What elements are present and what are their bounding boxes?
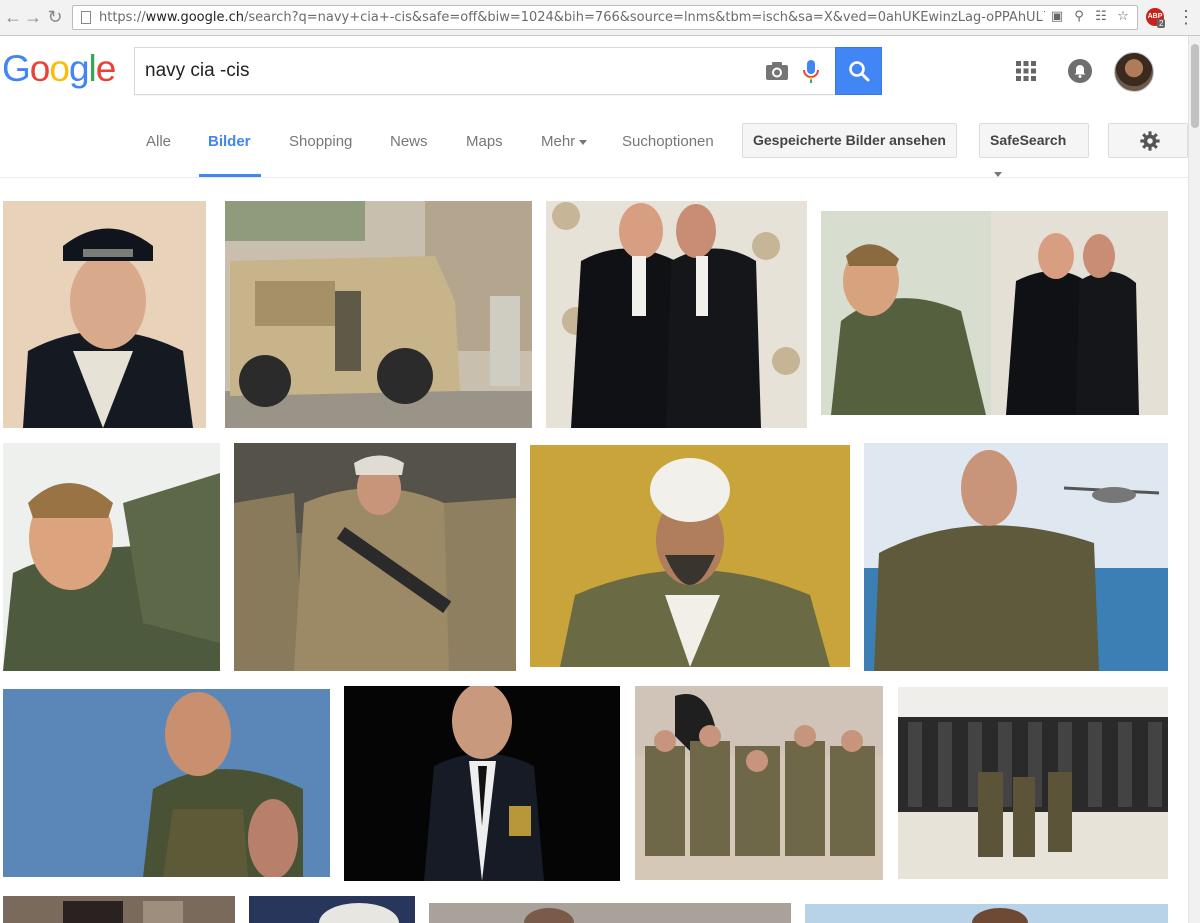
- mic-icon[interactable]: [801, 59, 821, 85]
- zoom-icon[interactable]: ⚲: [1071, 9, 1087, 25]
- saved-images-button[interactable]: Gespeicherte Bilder ansehen: [742, 123, 957, 158]
- bookmark-star-icon[interactable]: ☆: [1115, 9, 1131, 25]
- url-path: /search?q=navy+cia+-cis&safe=off&biw=102…: [244, 10, 1117, 25]
- image-result[interactable]: [3, 443, 220, 671]
- apps-icon[interactable]: [1016, 61, 1036, 81]
- address-bar[interactable]: https://www.google.ch/search?q=navy+cia+…: [72, 5, 1138, 30]
- safesearch-button[interactable]: SafeSearch: [979, 123, 1089, 177]
- safesearch-label: SafeSearch: [990, 132, 1067, 148]
- tab-maps[interactable]: Maps: [466, 131, 503, 179]
- url-prefix: https://: [99, 10, 146, 25]
- active-tab-indicator: [199, 174, 261, 177]
- search-input[interactable]: [145, 48, 745, 94]
- browser-menu-icon[interactable]: ⋮: [1176, 6, 1196, 28]
- tab-alle[interactable]: Alle: [146, 131, 171, 179]
- image-result[interactable]: [530, 445, 850, 667]
- image-result[interactable]: [805, 904, 1168, 923]
- forward-icon[interactable]: →: [22, 6, 44, 28]
- image-result[interactable]: [234, 443, 516, 671]
- avatar[interactable]: [1114, 52, 1154, 92]
- adblock-count-badge: 2: [1157, 19, 1166, 28]
- camera-icon[interactable]: [765, 61, 789, 81]
- settings-icon: [1140, 131, 1160, 151]
- image-result[interactable]: [225, 201, 532, 428]
- google-header: Google: [0, 36, 1188, 108]
- image-result[interactable]: [898, 687, 1168, 879]
- tab-suchoptionen[interactable]: Suchoptionen: [622, 131, 714, 179]
- browser-toolbar: ← → ↻ https://www.google.ch/search?q=nav…: [0, 0, 1200, 36]
- blocked-popup-icon[interactable]: ▣: [1049, 9, 1065, 25]
- url-host: www.google.ch: [145, 10, 244, 25]
- chevron-down-icon: [579, 139, 588, 145]
- settings-button[interactable]: [1108, 123, 1188, 158]
- page-icon: [81, 11, 91, 24]
- tab-mehr-label: Mehr: [541, 133, 576, 150]
- scrollbar[interactable]: [1188, 36, 1200, 923]
- image-result[interactable]: [429, 903, 791, 923]
- tab-news[interactable]: News: [390, 131, 428, 179]
- search-box: [134, 47, 835, 95]
- tab-shopping[interactable]: Shopping: [289, 131, 352, 179]
- image-result[interactable]: [3, 896, 235, 923]
- translate-icon[interactable]: ☷: [1093, 9, 1109, 25]
- image-result[interactable]: [344, 686, 620, 881]
- tab-bilder[interactable]: Bilder: [208, 131, 251, 179]
- notifications-icon[interactable]: [1068, 59, 1092, 83]
- image-result[interactable]: [546, 201, 807, 428]
- image-result[interactable]: [635, 686, 883, 880]
- back-icon[interactable]: ←: [2, 6, 24, 28]
- chevron-down-icon: [994, 171, 1002, 177]
- scrollbar-thumb[interactable]: [1191, 44, 1199, 128]
- tab-mehr[interactable]: Mehr: [541, 131, 588, 179]
- reload-icon[interactable]: ↻: [44, 6, 66, 28]
- search-button[interactable]: [835, 47, 882, 95]
- google-logo[interactable]: Google: [2, 48, 116, 90]
- image-result[interactable]: [249, 896, 415, 923]
- search-icon: [849, 61, 870, 82]
- image-result[interactable]: [3, 201, 206, 428]
- image-result[interactable]: [864, 443, 1168, 671]
- image-result[interactable]: [3, 689, 330, 877]
- image-result[interactable]: [821, 211, 1168, 415]
